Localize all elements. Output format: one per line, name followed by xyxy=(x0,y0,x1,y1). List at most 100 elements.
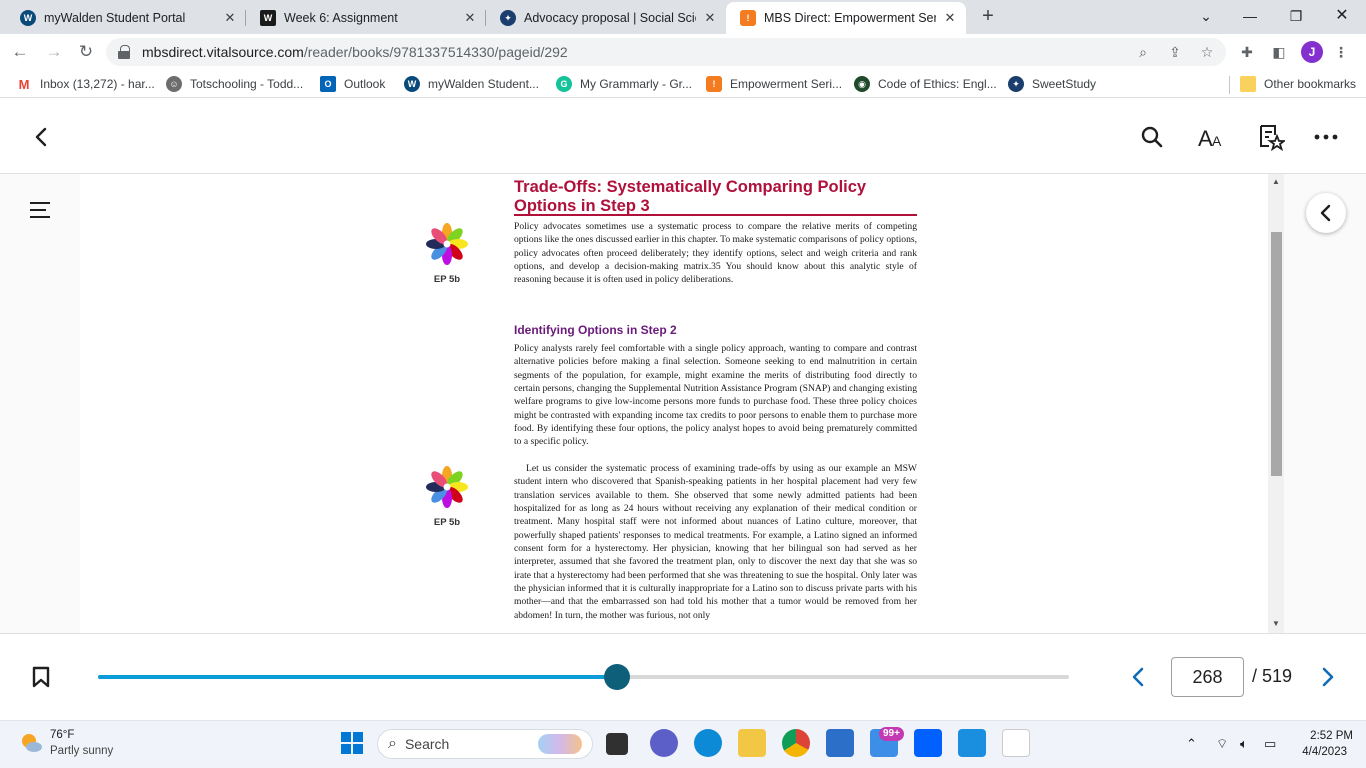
close-tab-icon[interactable]: ✕ xyxy=(702,10,718,26)
wifi-icon[interactable]: ⌔ xyxy=(1216,736,1228,752)
myhp-icon[interactable] xyxy=(958,729,986,757)
minimize-button[interactable]: — xyxy=(1230,4,1270,28)
nasw-icon: ◉ xyxy=(854,76,870,92)
font-size-icon[interactable]: A A xyxy=(1197,123,1225,151)
bookmark-outlook[interactable]: O Outlook xyxy=(320,76,385,92)
svg-text:A: A xyxy=(1198,126,1213,151)
lock-icon[interactable] xyxy=(118,45,130,59)
file-explorer-icon[interactable] xyxy=(738,729,766,757)
restore-button[interactable]: ❐ xyxy=(1276,4,1316,28)
bookmark-label: Inbox (13,272) - har... xyxy=(40,77,155,91)
total-pages: / 519 xyxy=(1252,666,1293,686)
tab-strip: W myWalden Student Portal ✕ W Week 6: As… xyxy=(0,0,1366,34)
tab-mywalden[interactable]: W myWalden Student Portal ✕ xyxy=(6,2,246,34)
bookmark-totschooling[interactable]: ☺ Totschooling - Todd... xyxy=(166,76,303,92)
close-tab-icon[interactable]: ✕ xyxy=(222,10,238,26)
profile-avatar[interactable]: J xyxy=(1301,41,1323,63)
zoom-icon[interactable]: ⌕ xyxy=(1134,43,1152,61)
collapse-panel-button[interactable] xyxy=(1306,193,1346,233)
search-highlight-icon xyxy=(538,734,582,754)
bookmark-grammarly[interactable]: G My Grammarly - Gr... xyxy=(556,76,692,92)
battery-icon[interactable]: ▭ xyxy=(1264,736,1276,752)
forward-arrow-icon[interactable]: → xyxy=(42,40,66,64)
scroll-down-arrow-icon[interactable]: ▼ xyxy=(1270,619,1282,629)
tab-mbs-direct[interactable]: ! MBS Direct: Empowerment Series ✕ xyxy=(726,2,966,34)
outlook-icon: O xyxy=(320,76,336,92)
amazon-icon[interactable] xyxy=(1002,729,1030,757)
tab-advocacy-proposal[interactable]: ✦ Advocacy proposal | Social Scienc ✕ xyxy=(486,2,726,34)
previous-page-icon[interactable] xyxy=(1126,664,1152,690)
bookmark-code-of-ethics[interactable]: ◉ Code of Ethics: Engl... xyxy=(854,76,997,92)
teams-chat-icon[interactable] xyxy=(650,729,678,757)
grammarly-icon: G xyxy=(556,76,572,92)
tab-title: MBS Direct: Empowerment Series xyxy=(764,11,936,25)
extensions-puzzle-icon[interactable]: ✚ xyxy=(1238,43,1256,61)
tab-title: Advocacy proposal | Social Scienc xyxy=(524,11,696,25)
notes-star-icon[interactable] xyxy=(1257,123,1285,151)
page-progress-slider[interactable] xyxy=(98,664,1069,690)
search-icon[interactable] xyxy=(1138,123,1166,151)
browser-menu-icon[interactable]: ⋮ xyxy=(1332,43,1350,61)
bookmark-star-icon[interactable]: ☆ xyxy=(1198,43,1216,61)
close-tab-icon[interactable]: ✕ xyxy=(462,10,478,26)
taskbar-search[interactable]: ⌕ Search xyxy=(377,729,593,759)
bookmark-label: Code of Ethics: Engl... xyxy=(878,77,997,91)
bookmark-page-icon[interactable] xyxy=(32,666,50,688)
microsoft-store-icon[interactable] xyxy=(826,729,854,757)
scrollbar-thumb[interactable] xyxy=(1271,232,1282,476)
tab-week6-assignment[interactable]: W Week 6: Assignment ✕ xyxy=(246,2,486,34)
tab-title: Week 6: Assignment xyxy=(284,11,398,25)
clock-time[interactable]: 2:52 PM xyxy=(1297,730,1353,742)
other-bookmarks[interactable]: Other bookmarks xyxy=(1240,76,1356,92)
intro-paragraph: Policy advocates sometimes use a systema… xyxy=(514,221,917,286)
side-panel-icon[interactable]: ◧ xyxy=(1270,43,1288,61)
weather-temperature[interactable]: 76°F xyxy=(50,729,74,741)
page-number-input[interactable]: 268 xyxy=(1171,657,1244,697)
edge-icon[interactable] xyxy=(694,729,722,757)
address-bar[interactable]: mbsdirect.vitalsource.com/reader/books/9… xyxy=(106,38,1226,66)
new-tab-button[interactable]: + xyxy=(978,6,998,26)
share-icon[interactable]: ⇪ xyxy=(1166,43,1184,61)
back-chevron-icon[interactable] xyxy=(28,123,56,151)
weather-description[interactable]: Partly sunny xyxy=(50,745,113,757)
partly-sunny-icon[interactable] xyxy=(18,730,44,756)
heading-rule xyxy=(514,214,917,216)
sweetstudy-icon: ✦ xyxy=(500,10,516,26)
back-arrow-icon[interactable]: ← xyxy=(8,40,32,64)
volume-icon[interactable]: 🔈︎ xyxy=(1240,736,1248,752)
bookmark-empowerment[interactable]: ! Empowerment Seri... xyxy=(706,76,842,92)
book-page: Trade-Offs: Systematically Comparing Pol… xyxy=(80,174,1268,633)
reload-icon[interactable]: ↻ xyxy=(74,40,98,64)
show-hidden-icons-chevron-icon[interactable]: ⌃ xyxy=(1186,736,1197,752)
search-placeholder: Search xyxy=(404,736,450,752)
close-tab-icon[interactable]: ✕ xyxy=(942,10,958,26)
more-options-icon[interactable] xyxy=(1312,123,1340,151)
bookmark-label: Totschooling - Todd... xyxy=(190,77,304,91)
progress-fill xyxy=(98,675,617,679)
close-window-button[interactable]: ✕ xyxy=(1322,4,1362,28)
bookmark-sweetstudy[interactable]: ✦ SweetStudy xyxy=(1008,76,1096,92)
url-host: mbsdirect.vitalsource.com xyxy=(142,44,304,60)
bookmark-label: Other bookmarks xyxy=(1264,77,1357,91)
mbs-bag-icon: ! xyxy=(740,10,756,26)
bookmark-mywalden[interactable]: W myWalden Student... xyxy=(404,76,539,92)
url-path: /reader/books/9781337514330/pageid/292 xyxy=(303,44,568,60)
tradeoffs-paragraph: Let us consider the systematic process o… xyxy=(514,463,917,621)
table-of-contents-menu-icon[interactable] xyxy=(30,202,50,220)
task-view-icon[interactable] xyxy=(606,733,628,755)
section-heading: Trade-Offs: Systematically Comparing Pol… xyxy=(514,178,867,215)
options-paragraph: Policy analysts rarely feel comfortable … xyxy=(514,343,917,448)
tab-search-chevron-icon[interactable]: ⌄ xyxy=(1186,4,1226,28)
chrome-icon[interactable] xyxy=(782,729,810,757)
clock-date[interactable]: 4/4/2023 xyxy=(1297,746,1347,758)
scroll-up-arrow-icon[interactable]: ▲ xyxy=(1270,177,1282,187)
bookmark-inbox[interactable]: M Inbox (13,272) - har... xyxy=(16,76,155,92)
walden-w-icon: W xyxy=(20,10,36,26)
windows-start-icon[interactable] xyxy=(338,729,366,757)
progress-thumb[interactable] xyxy=(604,664,630,690)
next-page-icon[interactable] xyxy=(1314,664,1340,690)
bookmark-label: SweetStudy xyxy=(1032,77,1097,91)
windows-taskbar xyxy=(0,720,1366,768)
dropbox-icon[interactable] xyxy=(914,729,942,757)
bookmarks-separator xyxy=(1229,76,1230,94)
